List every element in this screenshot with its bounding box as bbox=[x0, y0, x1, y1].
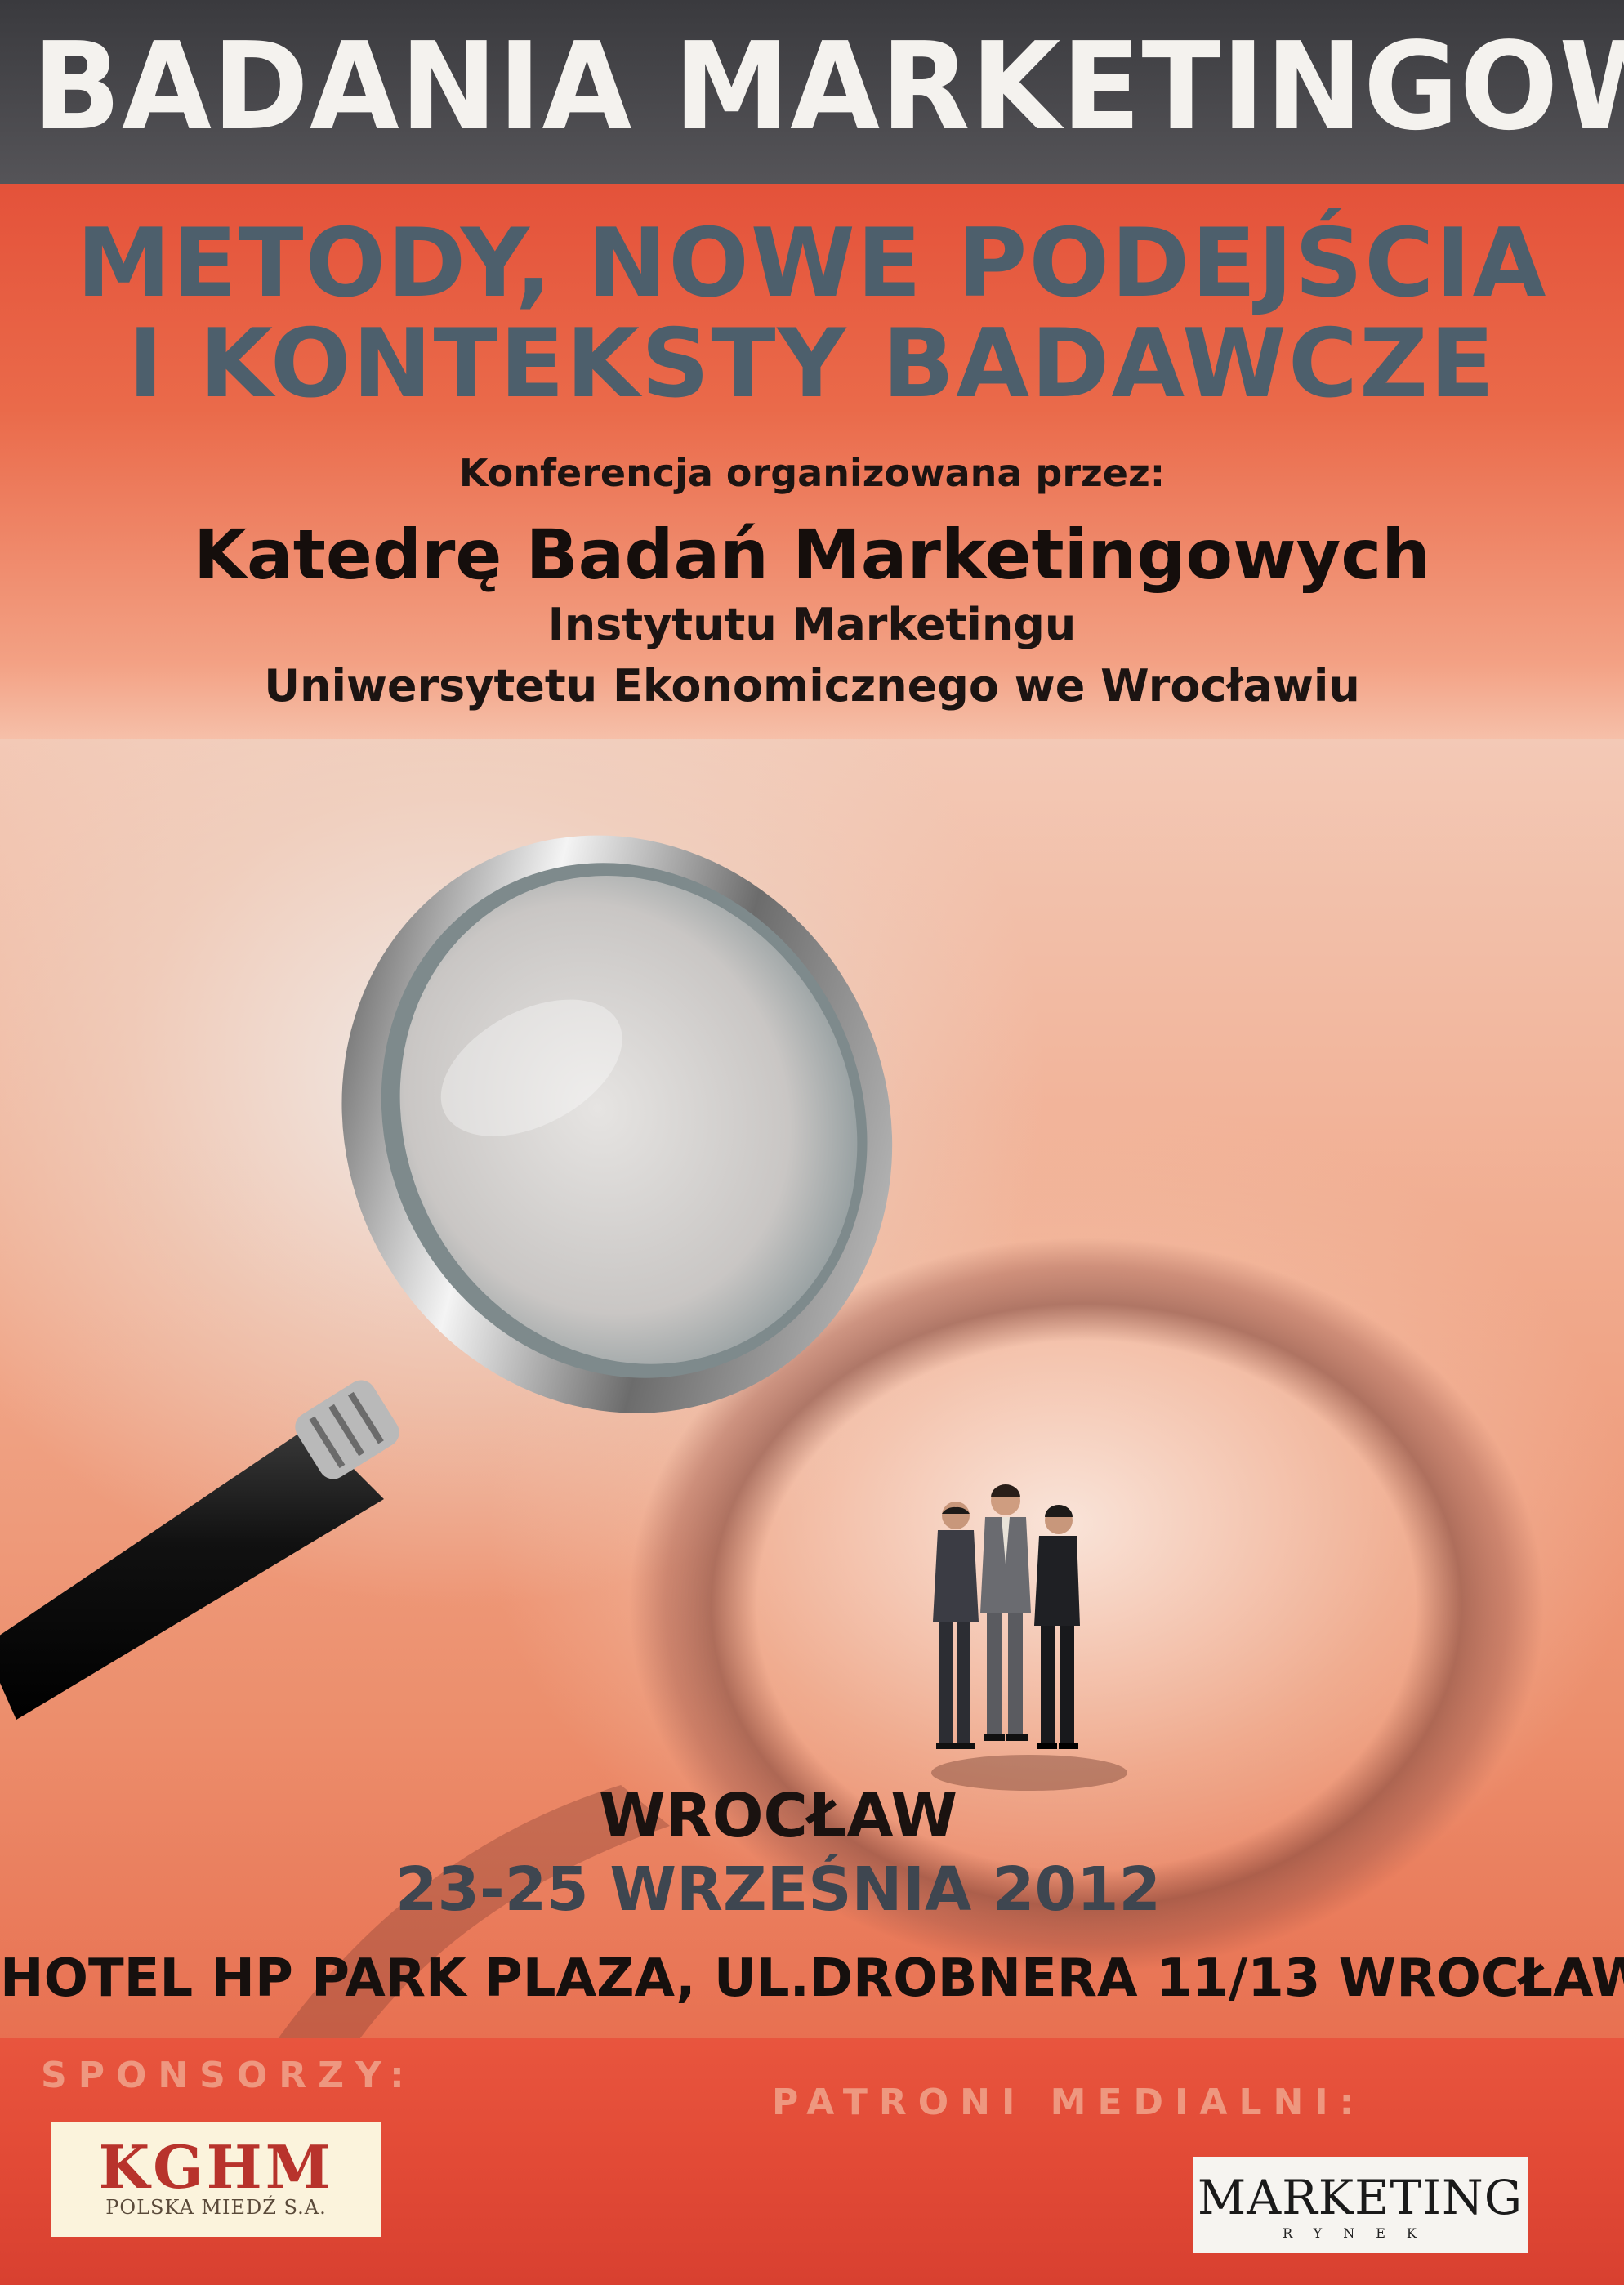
kghm-logo: KGHM POLSKA MIEDŹ S.A. bbox=[51, 2122, 381, 2237]
event-city: WROCŁAW bbox=[599, 1781, 957, 1851]
subtitle-line-2: I KONTEKSTY BADAWCZE bbox=[127, 309, 1497, 419]
event-venue: HOTEL HP PARK PLAZA, UL.DROBNERA 11/13 W… bbox=[0, 1948, 1624, 2009]
media-patrons-label: PATRONI MEDIALNI: bbox=[772, 2082, 1366, 2123]
sponsors-label: SPONSORZY: bbox=[41, 2055, 416, 2096]
subtitle-line-1: METODY, NOWE PODEJŚCIA bbox=[76, 208, 1548, 319]
organizer-university: Uniwersytetu Ekonomicznego we Wrocławiu bbox=[264, 660, 1360, 712]
kghm-logo-name: KGHM bbox=[98, 2132, 334, 2202]
marketing-rynek-logo: MARKETING RYNEK bbox=[1193, 2157, 1528, 2253]
magnifying-glass-handle bbox=[0, 1380, 399, 1720]
lens-shadow bbox=[270, 1238, 1544, 2051]
marketing-logo-name: MARKETING bbox=[1197, 2170, 1524, 2225]
poster: BADANIA MARKETINGOWE METODY, NOWE PODEJŚ… bbox=[0, 0, 1624, 2285]
kghm-logo-subtitle: POLSKA MIEDŹ S.A. bbox=[105, 2196, 327, 2219]
poster-title: BADANIA MARKETINGOWE bbox=[32, 16, 1624, 157]
organizer-institute: Instytutu Marketingu bbox=[547, 599, 1077, 650]
event-date: 23-25 WRZEŚNIA 2012 bbox=[395, 1854, 1161, 1925]
organizer-intro: Konferencja organizowana przez: bbox=[458, 451, 1166, 495]
organizer-name: Katedrę Badań Marketingowych bbox=[193, 515, 1431, 595]
marketing-logo-subtitle: RYNEK bbox=[1283, 2225, 1438, 2241]
